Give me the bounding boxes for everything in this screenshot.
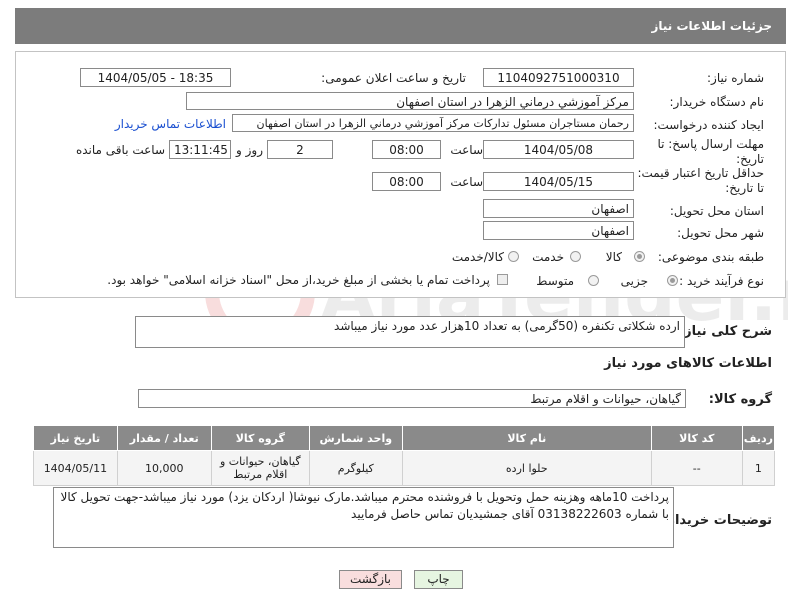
need-number-field[interactable]: 1104092751000310 bbox=[483, 68, 634, 87]
validity-label: حداقل تاریخ اعتبار قیمت: تا تاریخ: bbox=[637, 166, 764, 195]
goods-group-field[interactable]: گیاهان، حیوانات و اقلام مرتبط bbox=[138, 389, 686, 408]
print-button[interactable]: چاپ bbox=[414, 570, 463, 589]
announce-datetime-field[interactable]: 1404/05/05 - 18:35 bbox=[80, 68, 231, 87]
category-radio-goods-service[interactable] bbox=[508, 251, 519, 262]
days-field[interactable]: 2 bbox=[267, 140, 333, 159]
buyer-notes-label: توضیحات خریدار: bbox=[662, 513, 772, 528]
page-header: جزئیات اطلاعات نیاز bbox=[15, 8, 786, 44]
remaining-label: ساعت باقی مانده bbox=[75, 143, 165, 157]
cell-date: 1404/05/11 bbox=[33, 450, 118, 486]
process-option-medium: متوسط bbox=[536, 274, 574, 288]
cell-code: -- bbox=[650, 450, 743, 486]
province-label: استان محل تحویل: bbox=[669, 204, 764, 218]
goods-table: ردیف کد کالا نام کالا واحد شمارش گروه کا… bbox=[33, 425, 776, 486]
col-header-group: گروه کالا bbox=[210, 425, 310, 451]
requester-label: ایجاد کننده درخواست: bbox=[653, 118, 764, 132]
requester-field[interactable]: رحمان مستاجران مسئول تدارکات مرکز آموزشي… bbox=[232, 114, 634, 132]
province-field[interactable]: اصفهان bbox=[483, 199, 634, 218]
col-header-unit: واحد شمارش bbox=[308, 425, 403, 451]
col-header-row-number: ردیف bbox=[741, 425, 776, 451]
city-label: شهر محل تحویل: bbox=[677, 226, 764, 240]
validity-time-label: ساعت bbox=[450, 175, 483, 189]
col-header-name: نام کالا bbox=[401, 425, 652, 451]
category-label: طبقه بندی موضوعی: bbox=[657, 250, 764, 264]
cell-row-number: 1 bbox=[741, 450, 776, 486]
process-option-minor: جزیی bbox=[620, 274, 648, 288]
city-field[interactable]: اصفهان bbox=[483, 221, 634, 240]
treasury-checkbox[interactable] bbox=[497, 274, 508, 285]
cell-unit: کیلوگرم bbox=[308, 450, 403, 486]
process-radio-medium[interactable] bbox=[588, 275, 599, 286]
table-header-row: ردیف کد کالا نام کالا واحد شمارش گروه کا… bbox=[33, 425, 776, 451]
announce-label: تاریخ و ساعت اعلان عمومی: bbox=[321, 71, 466, 85]
category-option-goods-service: کالا/خدمت bbox=[451, 250, 504, 264]
deadline-time-field[interactable]: 08:00 bbox=[372, 140, 441, 159]
validity-date-field[interactable]: 1404/05/15 bbox=[483, 172, 634, 191]
buyer-contact-link[interactable]: اطلاعات تماس خریدار bbox=[115, 117, 226, 131]
col-header-quantity: تعداد / مقدار bbox=[116, 425, 212, 451]
col-header-code: کد کالا bbox=[650, 425, 743, 451]
deadline-time-label: ساعت bbox=[450, 143, 483, 157]
deadline-label: مهلت ارسال پاسخ: تا تاریخ: bbox=[657, 137, 764, 166]
goods-group-label: گروه کالا: bbox=[708, 392, 772, 407]
category-radio-goods[interactable] bbox=[634, 251, 645, 262]
col-header-date: تاریخ نیاز bbox=[33, 425, 118, 451]
category-radio-service[interactable] bbox=[570, 251, 581, 262]
treasury-note: پرداخت تمام یا بخشی از مبلغ خرید،از محل … bbox=[107, 273, 490, 287]
page-title: جزئیات اطلاعات نیاز bbox=[651, 19, 772, 33]
buyer-org-field[interactable]: مرکز آموزشي درماني الزهرا در استان اصفها… bbox=[186, 92, 634, 110]
deadline-date-field[interactable]: 1404/05/08 bbox=[483, 140, 634, 159]
remaining-time-field[interactable]: 13:11:45 bbox=[169, 140, 231, 159]
description-textarea[interactable]: ارده شکلاتی تکنفره (50گرمی) به تعداد 10ه… bbox=[135, 316, 685, 348]
validity-time-field[interactable]: 08:00 bbox=[372, 172, 441, 191]
cell-quantity: 10,000 bbox=[116, 450, 212, 486]
need-number-label: شماره نیاز: bbox=[707, 71, 764, 85]
cell-group: گیاهان، حیوانات و اقلام مرتبط bbox=[210, 450, 310, 486]
category-option-goods: کالا bbox=[605, 250, 622, 264]
cell-name: حلوا ارده bbox=[401, 450, 652, 486]
days-label: روز و bbox=[236, 143, 263, 157]
process-radio-minor[interactable] bbox=[667, 275, 678, 286]
goods-section-title: اطلاعات کالاهای مورد نیاز bbox=[604, 356, 772, 371]
buyer-notes-textarea[interactable]: پرداخت 10ماهه وهزینه حمل وتحویل با فروشن… bbox=[53, 487, 674, 548]
category-option-service: خدمت bbox=[532, 250, 564, 264]
back-button[interactable]: بازگشت bbox=[339, 570, 402, 589]
process-label: نوع فرآیند خرید : bbox=[679, 274, 764, 288]
table-row[interactable]: 1 -- حلوا ارده کیلوگرم گیاهان، حیوانات و… bbox=[33, 450, 776, 486]
buyer-org-label: نام دستگاه خریدار: bbox=[669, 95, 765, 109]
description-label: شرح کلی نیاز: bbox=[678, 324, 772, 339]
